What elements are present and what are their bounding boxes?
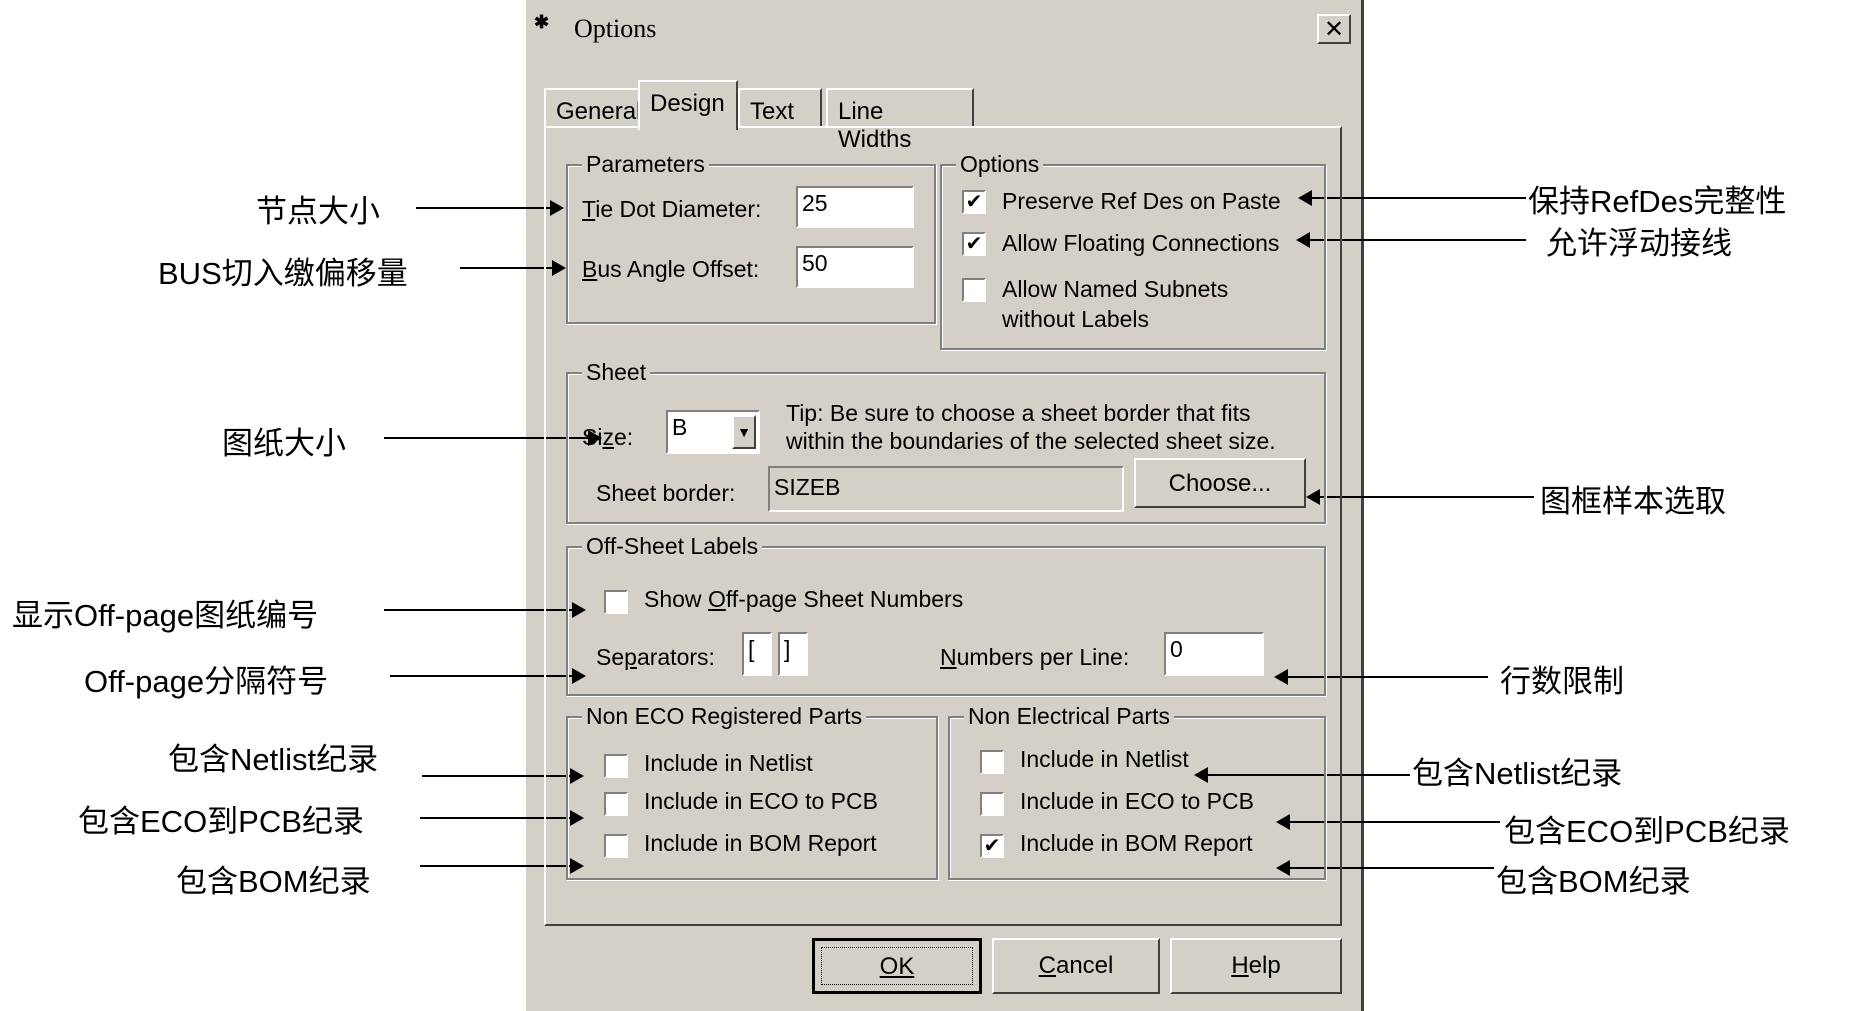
annotation-right-bom: 包含BOM纪录 <box>1496 864 1691 899</box>
window-title: Options <box>574 14 657 43</box>
annotation-show-offpage: 显示Off-page图纸编号 <box>12 598 319 633</box>
annotation-left-bom: 包含BOM纪录 <box>176 864 371 899</box>
separator-left-input[interactable]: [ <box>742 632 772 676</box>
non-elec-bom-checkbox[interactable]: ✔ <box>980 834 1004 858</box>
group-title: Non Electrical Parts <box>964 703 1174 730</box>
arrow <box>416 200 564 216</box>
group-title: Non ECO Registered Parts <box>582 703 867 730</box>
tip-line-2: within the boundaries of the selected sh… <box>786 428 1276 454</box>
tie-dot-input[interactable]: 25 <box>796 186 914 228</box>
annotation-left-netlist: 包含Netlist纪录 <box>168 742 379 777</box>
sheet-border-label: Sheet border: <box>596 480 736 506</box>
design-panel: Parameters Tie Dot Diameter: 25 Bus Angl… <box>544 126 1342 926</box>
off-sheet-labels-group: Off-Sheet Labels Show Off-page Sheet Num… <box>566 533 1326 696</box>
close-button[interactable]: ✕ <box>1317 14 1351 44</box>
group-title: Options <box>956 151 1044 178</box>
tab-general[interactable]: General <box>544 88 642 128</box>
annotation-npl: 行数限制 <box>1500 664 1624 699</box>
annotation-right-eco: 包含ECO到PCB纪录 <box>1504 814 1790 849</box>
non-eco-netlist-checkbox[interactable] <box>604 754 628 778</box>
non-eco-netlist-label: Include in Netlist <box>644 750 813 776</box>
non-eco-group: Non ECO Registered Parts Include in Netl… <box>566 703 938 880</box>
annotation-size: 图纸大小 <box>222 426 346 461</box>
app-icon: ✱ <box>534 12 550 32</box>
ok-button[interactable]: OK <box>812 938 982 994</box>
allow-floating-label: Allow Floating Connections <box>1002 230 1280 256</box>
options-dialog: ✱ Options ✕ General Design Text Line Wid… <box>524 0 1364 1011</box>
tab-label: General <box>556 98 642 125</box>
group-title: Sheet <box>582 359 651 386</box>
tip-line-1: Tip: Be sure to choose a sheet border th… <box>786 400 1251 426</box>
annotation-choose: 图框样本选取 <box>1540 484 1726 519</box>
title-bar: ✱ Options ✕ <box>526 0 1361 68</box>
annotation-left-eco: 包含ECO到PCB纪录 <box>78 804 364 839</box>
help-button[interactable]: Help <box>1170 938 1342 994</box>
size-label: Size: <box>582 424 634 450</box>
annotation-floating: 允许浮动接线 <box>1546 226 1732 261</box>
tab-label: Text <box>750 98 795 125</box>
tab-design[interactable]: Design <box>638 80 738 130</box>
numbers-per-line-label: Numbers per Line: <box>940 644 1130 670</box>
tab-label: Design <box>650 90 725 117</box>
parameters-group: Parameters Tie Dot Diameter: 25 Bus Angl… <box>566 151 936 324</box>
show-offpage-label: Show Off-page Sheet Numbers <box>644 586 964 612</box>
allow-named-subnets-label-2: without Labels <box>1002 306 1150 332</box>
separator-right-input[interactable]: ] <box>778 632 808 676</box>
chevron-down-icon[interactable]: ▼ <box>732 415 756 449</box>
non-eco-bom-checkbox[interactable] <box>604 834 628 858</box>
non-elec-eco-checkbox[interactable] <box>980 792 1004 816</box>
annotation-preserve: 保持RefDes完整性 <box>1528 184 1787 219</box>
annotation-right-netlist: 包含Netlist纪录 <box>1412 756 1623 791</box>
allow-floating-checkbox[interactable]: ✔ <box>962 232 986 256</box>
tab-line-widths[interactable]: Line Widths <box>826 88 974 153</box>
non-elec-bom-label: Include in BOM Report <box>1020 830 1253 856</box>
options-group: Options ✔ Preserve Ref Des on Paste ✔ Al… <box>940 151 1326 350</box>
annotation-bus-angle: BUS切入缴偏移量 <box>158 256 408 291</box>
size-value: B <box>672 414 688 440</box>
allow-named-subnets-checkbox[interactable] <box>962 278 986 302</box>
cancel-button[interactable]: Cancel <box>992 938 1160 994</box>
show-offpage-checkbox[interactable] <box>604 590 628 614</box>
annotation-tie-dot: 节点大小 <box>256 194 380 229</box>
tab-text[interactable]: Text <box>738 88 822 128</box>
group-title: Parameters <box>582 151 709 178</box>
choose-button[interactable]: Choose... <box>1134 458 1306 508</box>
non-electrical-group: Non Electrical Parts Include in Netlist … <box>948 703 1326 880</box>
numbers-per-line-input[interactable]: 0 <box>1164 632 1264 676</box>
group-title: Off-Sheet Labels <box>582 533 763 560</box>
non-elec-netlist-checkbox[interactable] <box>980 750 1004 774</box>
separators-label: Separators: <box>596 644 715 670</box>
non-elec-eco-label: Include in ECO to PCB <box>1020 788 1254 814</box>
bus-angle-input[interactable]: 50 <box>796 246 914 288</box>
non-eco-bom-label: Include in BOM Report <box>644 830 877 856</box>
size-select[interactable]: B ▼ <box>666 410 760 454</box>
non-elec-netlist-label: Include in Netlist <box>1020 746 1189 772</box>
sheet-group: Sheet Size: B ▼ Tip: Be sure to choose a… <box>566 359 1326 524</box>
sheet-border-field: SIZEB <box>768 466 1124 512</box>
allow-named-subnets-label: Allow Named Subnets <box>1002 276 1229 302</box>
preserve-refdes-checkbox[interactable]: ✔ <box>962 190 986 214</box>
preserve-refdes-label: Preserve Ref Des on Paste <box>1002 188 1281 214</box>
close-icon: ✕ <box>1323 15 1345 43</box>
non-eco-eco-checkbox[interactable] <box>604 792 628 816</box>
bus-angle-label: Bus Angle Offset: <box>582 256 760 282</box>
non-eco-eco-label: Include in ECO to PCB <box>644 788 878 814</box>
tie-dot-label: Tie Dot Diameter: <box>582 196 762 222</box>
annotation-separators: Off-page分隔符号 <box>84 664 329 699</box>
